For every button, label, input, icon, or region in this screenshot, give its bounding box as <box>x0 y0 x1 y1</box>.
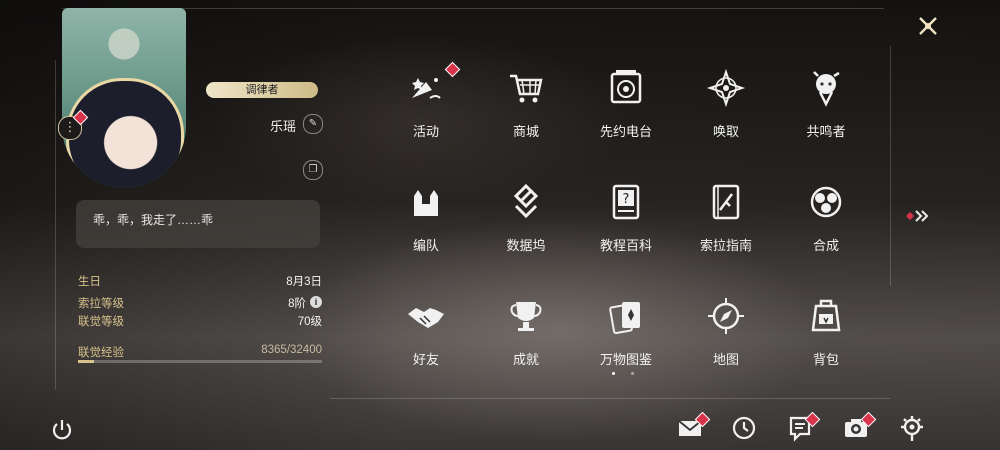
menu-item-label: 地图 <box>712 352 739 367</box>
avatar-decoration <box>92 14 156 74</box>
xp-value: 8365/32400 <box>261 344 322 356</box>
menu-item-label: 成就 <box>512 352 539 367</box>
info-icon[interactable]: i <box>310 296 322 308</box>
menu-item-label: 背包 <box>812 352 839 367</box>
page-dot <box>612 372 615 375</box>
stat-value: 8月3日 <box>286 276 322 288</box>
frame-bottom-line <box>330 398 890 399</box>
menu-item-label: 唤取 <box>712 124 739 139</box>
compass-icon <box>708 298 744 334</box>
convene-star-icon <box>706 68 746 108</box>
page-dot <box>631 372 634 375</box>
avatar-card[interactable] <box>62 8 186 188</box>
stat-birthday: 生日 8月3日 <box>78 273 322 291</box>
team-icon <box>414 190 438 216</box>
shop-cart-icon <box>510 74 543 103</box>
stat-union-level: 联觉等级 70级 <box>78 313 322 331</box>
menu-item-radio[interactable]: 先约电台 <box>584 68 668 164</box>
synthesis-icon <box>810 186 842 218</box>
mail-button[interactable] <box>676 411 711 442</box>
menu-item-label: 活动 <box>412 124 439 139</box>
stat-label: 生日 <box>78 276 101 288</box>
stat-sol-level: 索拉等级 8阶 i <box>78 295 322 313</box>
menu-item-handshake[interactable]: 好友 <box>384 296 468 392</box>
power-button[interactable] <box>50 418 74 442</box>
backpack-icon <box>811 299 841 332</box>
menu-item-label: 合成 <box>812 238 839 253</box>
frame-top-line <box>62 8 884 9</box>
menu-item-label: 数据坞 <box>506 238 546 253</box>
menu-item-label: 共鸣者 <box>806 124 846 139</box>
avatar <box>66 78 184 188</box>
menu-item-convene-star[interactable]: 唤取 <box>684 68 768 164</box>
camera-button[interactable] <box>842 411 877 442</box>
player-name: 乐瑶 <box>270 119 297 134</box>
copy-id-button[interactable]: ❐ <box>303 160 323 180</box>
notice-button[interactable] <box>786 411 821 442</box>
menu-item-compass[interactable]: 地图 <box>684 296 768 392</box>
menu-item-label: 商城 <box>512 124 539 139</box>
close-x-icon <box>919 17 937 35</box>
menu-item-synthesis[interactable]: 合成 <box>784 182 868 278</box>
radio-icon <box>610 70 642 104</box>
resonator-icon <box>813 71 840 107</box>
next-page-button[interactable] <box>904 208 930 224</box>
menu-item-backpack[interactable]: 背包 <box>784 296 868 392</box>
menu-item-event[interactable]: 活动 <box>384 61 468 164</box>
menu-item-trophy[interactable]: 成就 <box>484 296 568 392</box>
menu-item-label: 索拉指南 <box>699 238 752 253</box>
data-bank-icon <box>513 183 539 219</box>
menu-item-label: 编队 <box>412 238 439 253</box>
double-chevron-right-icon <box>906 210 929 222</box>
close-button[interactable] <box>914 12 942 40</box>
xp-progress-bar <box>78 360 322 363</box>
page-indicator <box>612 372 634 375</box>
clock-button[interactable] <box>730 414 758 442</box>
menu-item-tutorial-book[interactable]: ? 教程百科 <box>584 182 668 278</box>
event-icon <box>412 78 441 99</box>
menu-item-team[interactable]: 编队 <box>384 182 468 278</box>
menu-item-label: 教程百科 <box>599 238 652 253</box>
xp-progress-fill <box>78 360 94 363</box>
stat-label: 联觉经验 <box>78 347 124 359</box>
menu-item-resonator[interactable]: 共鸣者 <box>784 68 868 164</box>
menu-item-label: 好友 <box>412 352 439 367</box>
frame-right-line <box>890 46 891 286</box>
menu-item-shop-cart[interactable]: 商城 <box>484 68 568 164</box>
archive-cards-icon <box>609 302 640 335</box>
stat-value: 8阶 <box>288 298 306 310</box>
stat-label: 联觉等级 <box>78 316 124 328</box>
settings-gear-button[interactable] <box>898 414 926 442</box>
svg-text:?: ? <box>623 192 630 207</box>
menu-item-label: 先约电台 <box>599 124 652 139</box>
signature-text: 乖，乖，我走了……乖 <box>93 213 214 227</box>
stat-value: 70级 <box>297 316 322 328</box>
stat-label: 索拉等级 <box>78 298 124 310</box>
tutorial-book-icon: ? <box>612 184 640 220</box>
menu-item-archive-cards[interactable]: 万物图鉴 <box>584 296 668 392</box>
power-icon <box>52 420 72 440</box>
guidebook-icon <box>712 184 740 220</box>
menu-item-label: 万物图鉴 <box>599 352 652 367</box>
edit-name-button[interactable]: ✎ <box>303 114 323 134</box>
menu-item-data-bank[interactable]: 数据坞 <box>484 182 568 278</box>
menu-item-guidebook[interactable]: 索拉指南 <box>684 182 768 278</box>
settings-gear-icon <box>901 416 923 441</box>
clock-icon <box>732 416 756 440</box>
frame-left-line <box>55 60 56 390</box>
handshake-icon <box>408 308 444 328</box>
trophy-icon <box>510 302 542 331</box>
title-badge[interactable]: 调律者 <box>206 82 318 98</box>
